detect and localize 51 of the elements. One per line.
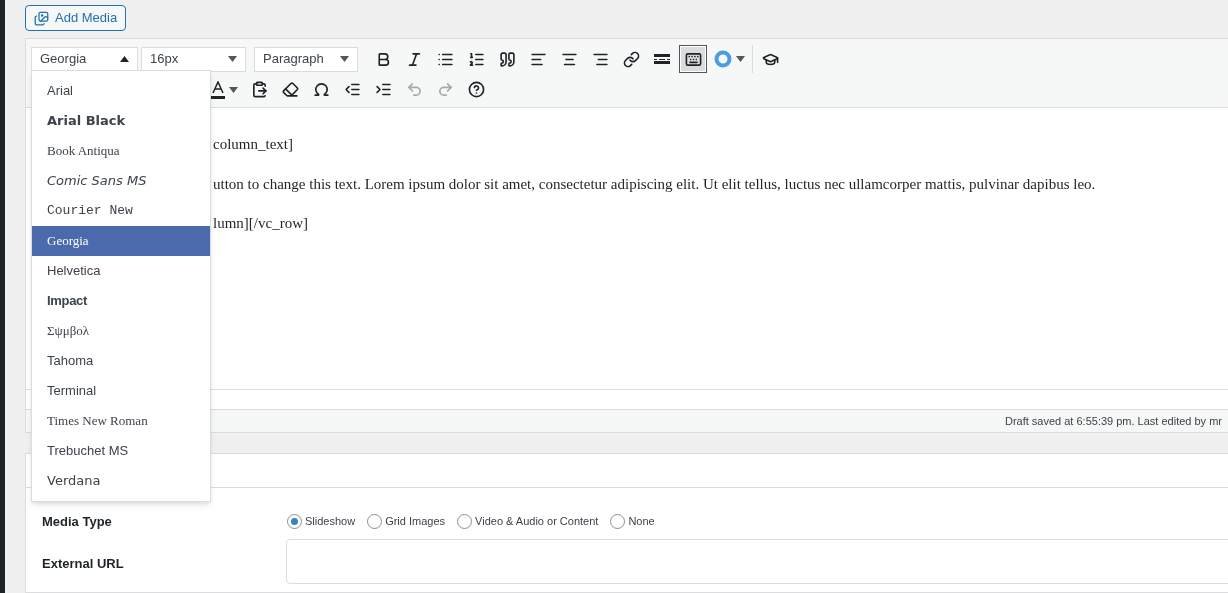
numbered-list-icon xyxy=(467,50,485,68)
caret-icon xyxy=(736,56,745,62)
outdent-icon xyxy=(343,81,361,98)
indent-icon xyxy=(374,81,392,98)
ring-icon xyxy=(714,50,732,68)
font-option[interactable]: Georgia xyxy=(32,226,210,256)
radio-option[interactable]: None xyxy=(610,513,655,530)
content-paragraph: lumn][/vc_row] xyxy=(213,214,309,233)
font-option[interactable]: Comic Sans MS xyxy=(32,166,210,196)
field-label: External URL xyxy=(42,556,125,573)
font-option[interactable]: Book Antiqua xyxy=(32,136,210,166)
radio-option[interactable]: Slideshow xyxy=(287,513,356,530)
add-media-button[interactable]: Add Media xyxy=(25,5,127,31)
content-paragraph: column_text] xyxy=(213,135,294,154)
radio-option[interactable]: Grid Images xyxy=(367,513,446,530)
clipboard-icon xyxy=(250,81,268,98)
url-input-field[interactable] xyxy=(286,539,1228,584)
caret-icon xyxy=(229,86,238,93)
text-color-icon xyxy=(211,80,225,99)
caret-icon xyxy=(228,56,237,62)
font-option[interactable]: Helvetica xyxy=(32,256,210,286)
quote-icon xyxy=(498,50,516,68)
undo-icon xyxy=(405,81,423,98)
toolbar-toggle-button[interactable] xyxy=(679,45,707,73)
content-paragraph: utton to change this text. Lorem ipsum dolor sit amet, consectetur adipiscing elit. Ut elit tellus, luctus nec ullamcorper mattis, pulvinar dapibus leo. xyxy=(213,174,1097,194)
font-option[interactable]: Arial Black xyxy=(32,106,210,136)
font-option[interactable]: Courier New xyxy=(32,196,210,226)
font-option[interactable]: Arial xyxy=(32,76,210,106)
caret-icon xyxy=(340,56,349,62)
eraser-icon xyxy=(281,81,299,98)
font-option[interactable]: Σψμβολ xyxy=(32,316,210,346)
font-option[interactable]: Terminal xyxy=(32,376,210,406)
omega-icon xyxy=(312,81,330,98)
link-icon xyxy=(622,50,640,68)
help-icon xyxy=(467,81,485,98)
draft-status: Draft saved at 6:55:39 pm. Last edited by mr xyxy=(1004,413,1222,429)
format-select[interactable]: Paragraph xyxy=(254,46,358,72)
redo-icon xyxy=(436,81,454,98)
font-option[interactable]: Trebuchet MS xyxy=(32,436,210,466)
font-option[interactable]: Impact xyxy=(32,286,210,316)
font-option[interactable]: Times New Roman xyxy=(32,406,210,436)
font-option[interactable]: Tahoma xyxy=(32,346,210,376)
font-option[interactable]: Verdana xyxy=(32,466,210,496)
media-icon xyxy=(34,10,49,26)
keyboard-icon xyxy=(684,50,702,68)
radio-option[interactable]: Video & Audio or Content xyxy=(457,513,599,530)
caret-icon xyxy=(120,56,129,62)
font-select[interactable]: Georgia xyxy=(31,46,138,72)
font-size-select[interactable]: 16px xyxy=(141,46,246,72)
dashed-line-icon xyxy=(654,54,670,64)
field-label: Media Type xyxy=(42,514,113,530)
